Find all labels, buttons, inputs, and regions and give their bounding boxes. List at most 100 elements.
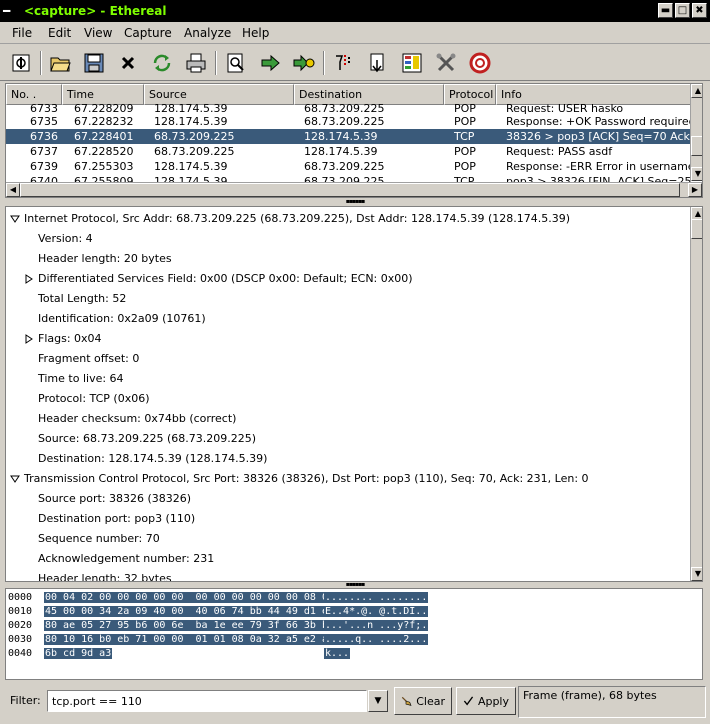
menu-file[interactable]: File xyxy=(12,26,32,40)
hex-ascii: .....q.. ....2... xyxy=(324,634,429,645)
packet-cell-destination: 68.73.209.225 xyxy=(304,160,385,173)
packet-row[interactable]: 6735 67.228232 128.174.5.39 68.73.209.225 PO… xyxy=(6,114,692,129)
save-icon[interactable] xyxy=(79,48,109,78)
menu-help[interactable]: Help xyxy=(242,26,269,40)
packet-details-pane: Internet Protocol, Src Addr: 68.73.209.2… xyxy=(5,206,703,582)
open-icon[interactable] xyxy=(45,48,75,78)
pane-splitter[interactable]: ▪▪▪▪▪▪ xyxy=(340,199,370,205)
packet-cell-protocol: POP xyxy=(454,160,476,173)
detail-text: Protocol: TCP (0x06) xyxy=(38,392,150,405)
packet-cell-source: 68.73.209.225 xyxy=(154,130,235,143)
packet-cell-destination: 128.174.5.39 xyxy=(304,145,378,158)
print-icon[interactable] xyxy=(181,48,211,78)
filter-label: Filter: xyxy=(10,694,41,707)
reload-icon[interactable] xyxy=(147,48,177,78)
preferences-icon[interactable] xyxy=(431,48,461,78)
toolbar xyxy=(0,45,710,81)
apply-button[interactable]: Apply xyxy=(456,687,516,715)
hex-row[interactable]: 0040 6b cd 9d a3 k... xyxy=(8,648,688,662)
menu-capture[interactable]: Capture xyxy=(124,26,172,40)
go-to-icon[interactable] xyxy=(255,48,285,78)
packet-cell-no: 6735 xyxy=(30,115,58,128)
packet-cell-info: Response: -ERR Error in username xyxy=(506,160,692,173)
details-vscrollbar[interactable]: ▲ ▼ xyxy=(690,207,702,581)
filter-dropdown-button[interactable]: ▼ xyxy=(368,690,388,712)
detail-text: Internet Protocol, Src Addr: 68.73.209.2… xyxy=(24,212,571,225)
packet-list-vscrollbar[interactable]: ▲ ▼ xyxy=(690,84,702,181)
clear-button[interactable]: Clear xyxy=(394,687,452,715)
window-title: <capture> - Ethereal xyxy=(24,4,167,18)
hex-row[interactable]: 0000 00 04 02 00 00 00 00 00 00 00 00 00 … xyxy=(8,592,688,606)
detail-text: Version: 4 xyxy=(38,232,93,245)
scroll-down-arrow[interactable]: ▼ xyxy=(691,167,702,181)
detail-text: Time to live: 64 xyxy=(38,372,124,385)
capture-options-icon[interactable] xyxy=(6,48,36,78)
chevron-down-icon: ▼ xyxy=(374,696,382,706)
display-filter-icon[interactable] xyxy=(363,48,393,78)
menu-view[interactable]: View xyxy=(84,26,112,40)
scroll-down-arrow[interactable]: ▼ xyxy=(691,567,702,581)
minimize-button[interactable]: ▬ xyxy=(658,3,673,18)
close-icon[interactable] xyxy=(113,48,143,78)
detail-text: Transmission Control Protocol, Src Port:… xyxy=(24,472,589,485)
hscroll-thumb[interactable] xyxy=(20,183,680,197)
hex-dump-pane: 0000 00 04 02 00 00 00 00 00 00 00 00 00 … xyxy=(5,588,703,680)
packet-row[interactable]: 6736 67.228401 68.73.209.225 128.174.5.39 TC… xyxy=(6,129,692,144)
packet-cell-no: 6737 xyxy=(30,145,58,158)
help-icon[interactable] xyxy=(465,48,495,78)
hex-row[interactable]: 0010 45 00 00 34 2a 09 40 00 40 06 74 bb … xyxy=(8,606,688,620)
scroll-thumb[interactable] xyxy=(691,219,702,239)
packet-cell-protocol: POP xyxy=(454,115,476,128)
detail-text: Fragment offset: 0 xyxy=(38,352,140,365)
pane-splitter[interactable]: ▪▪▪▪▪▪ xyxy=(340,582,370,588)
hex-row[interactable]: 0030 80 10 16 b0 eb 71 00 00 01 01 08 0a … xyxy=(8,634,688,648)
menu-edit[interactable]: Edit xyxy=(48,26,71,40)
packet-row[interactable]: 6737 67.228520 68.73.209.225 128.174.5.39 PO… xyxy=(6,144,692,159)
filter-icon[interactable] xyxy=(329,48,359,78)
filter-input[interactable] xyxy=(47,690,367,712)
packet-cell-time: 67.228401 xyxy=(74,130,134,143)
packet-row[interactable]: 6739 67.255303 128.174.5.39 68.73.209.225 PO… xyxy=(6,159,692,174)
broom-icon xyxy=(401,696,412,706)
detail-text: Destination: 128.174.5.39 (128.174.5.39) xyxy=(38,452,268,465)
scroll-up-arrow[interactable]: ▲ xyxy=(691,84,702,98)
packet-cell-info: Response: +OK Password required xyxy=(506,115,692,128)
menu-bar: File Edit View Capture Analyze Help xyxy=(0,22,710,44)
hex-row[interactable]: 0020 80 ae 05 27 95 b6 00 6e ba 1e ee 79 … xyxy=(8,620,688,634)
hex-bytes: 80 ae 05 27 95 b6 00 6e ba 1e ee 79 3f 6… xyxy=(44,620,335,631)
coloring-icon[interactable] xyxy=(397,48,427,78)
toolbar-separator xyxy=(323,51,325,75)
packet-cell-source: 128.174.5.39 xyxy=(154,160,228,173)
expander-closed-icon[interactable] xyxy=(24,334,34,344)
hex-bytes: 00 04 02 00 00 00 00 00 00 00 00 00 00 0… xyxy=(44,592,335,603)
hex-offset: 0010 xyxy=(8,606,33,617)
scroll-right-arrow[interactable]: ▶ xyxy=(688,183,702,197)
expander-open-icon[interactable] xyxy=(10,214,20,224)
packet-cell-time: 67.255303 xyxy=(74,160,134,173)
maximize-button[interactable]: □ xyxy=(675,3,690,18)
packet-list-hscrollbar[interactable]: ◀ ▶ xyxy=(6,182,702,197)
detail-text: Identification: 0x2a09 (10761) xyxy=(38,312,206,325)
detail-text: Flags: 0x04 xyxy=(38,332,102,345)
toolbar-separator xyxy=(215,51,217,75)
detail-text: Header length: 32 bytes xyxy=(38,572,172,582)
scroll-left-arrow[interactable]: ◀ xyxy=(6,183,20,197)
hex-offset: 0000 xyxy=(8,592,33,603)
toolbar-separator xyxy=(40,51,42,75)
expander-closed-icon[interactable] xyxy=(24,274,34,284)
packet-cell-source: 68.73.209.225 xyxy=(154,145,235,158)
detail-text: Source: 68.73.209.225 (68.73.209.225) xyxy=(38,432,257,445)
find-icon[interactable] xyxy=(221,48,251,78)
go-to-packet-icon[interactable] xyxy=(289,48,319,78)
expander-open-icon[interactable] xyxy=(10,474,20,484)
close-window-button[interactable]: ✖ xyxy=(692,3,707,18)
title-bar: ━ <capture> - Ethereal ▬ □ ✖ xyxy=(0,0,710,22)
clear-label: Clear xyxy=(416,694,445,708)
hex-offset: 0040 xyxy=(8,648,33,659)
scroll-thumb[interactable] xyxy=(691,136,702,156)
packet-cell-destination: 128.174.5.39 xyxy=(304,130,378,143)
window-menu-icon[interactable]: ━ xyxy=(3,3,19,19)
menu-analyze[interactable]: Analyze xyxy=(184,26,231,40)
detail-text: Source port: 38326 (38326) xyxy=(38,492,192,505)
hex-ascii: E..4*.@. @.t.DI.. xyxy=(324,606,429,617)
